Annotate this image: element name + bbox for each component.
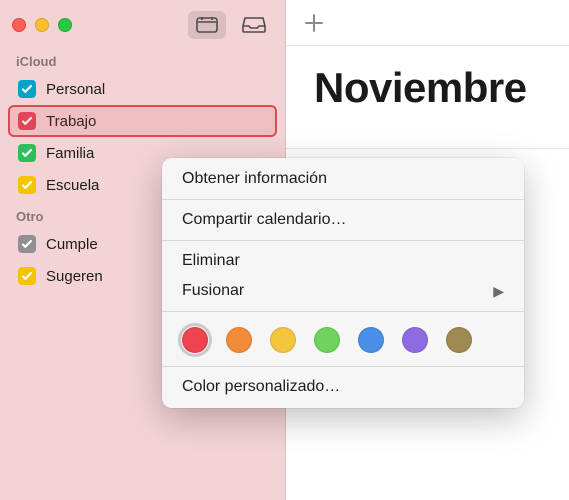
calendar-item-trabajo[interactable]: Trabajo bbox=[8, 105, 277, 137]
menu-item-label: Obtener información bbox=[182, 170, 327, 188]
minimize-window-button[interactable] bbox=[35, 18, 49, 32]
inbox-button[interactable] bbox=[235, 11, 273, 39]
calendar-label: Trabajo bbox=[46, 113, 96, 130]
menu-item-label: Eliminar bbox=[182, 252, 240, 270]
calendar-grid-divider bbox=[286, 148, 569, 149]
menu-item-merge[interactable]: Fusionar ▶ bbox=[162, 276, 524, 306]
menu-item-label: Fusionar bbox=[182, 282, 244, 300]
window-controls bbox=[12, 18, 72, 32]
checkbox-icon[interactable] bbox=[18, 235, 36, 253]
color-swatch-yellow[interactable] bbox=[270, 327, 296, 353]
zoom-window-button[interactable] bbox=[58, 18, 72, 32]
plus-icon bbox=[304, 13, 324, 33]
calendar-list-toggle[interactable] bbox=[188, 11, 226, 39]
color-swatch-brown[interactable] bbox=[446, 327, 472, 353]
calendar-label: Personal bbox=[46, 81, 105, 98]
calendar-label: Familia bbox=[46, 145, 94, 162]
menu-separator bbox=[162, 199, 524, 200]
checkbox-icon[interactable] bbox=[18, 176, 36, 194]
inbox-icon bbox=[242, 17, 266, 33]
menu-item-label: Color personalizado… bbox=[182, 378, 340, 396]
checkbox-icon[interactable] bbox=[18, 80, 36, 98]
section-header-icloud[interactable]: iCloud bbox=[0, 46, 285, 73]
menu-separator bbox=[162, 240, 524, 241]
menu-separator bbox=[162, 311, 524, 312]
color-swatch-purple[interactable] bbox=[402, 327, 428, 353]
chevron-right-icon: ▶ bbox=[493, 283, 504, 300]
calendar-label: Cumple bbox=[46, 236, 98, 253]
menu-item-share[interactable]: Compartir calendario… bbox=[162, 205, 524, 235]
checkbox-icon[interactable] bbox=[18, 267, 36, 285]
menu-item-custom-color[interactable]: Color personalizado… bbox=[162, 372, 524, 402]
menu-item-delete[interactable]: Eliminar bbox=[162, 246, 524, 276]
color-picker-row bbox=[162, 317, 524, 361]
checkbox-icon[interactable] bbox=[18, 112, 36, 130]
calendar-label: Sugeren bbox=[46, 268, 103, 285]
add-event-button[interactable] bbox=[300, 9, 328, 37]
color-swatch-red[interactable] bbox=[182, 327, 208, 353]
checkbox-icon[interactable] bbox=[18, 144, 36, 162]
month-title: Noviembre bbox=[286, 46, 569, 112]
context-menu: Obtener información Compartir calendario… bbox=[162, 158, 524, 408]
menu-item-get-info[interactable]: Obtener información bbox=[162, 164, 524, 194]
calendar-item-personal[interactable]: Personal bbox=[8, 73, 277, 105]
color-swatch-orange[interactable] bbox=[226, 327, 252, 353]
menu-separator bbox=[162, 366, 524, 367]
color-swatch-blue[interactable] bbox=[358, 327, 384, 353]
color-swatch-green[interactable] bbox=[314, 327, 340, 353]
main-toolbar bbox=[286, 0, 569, 46]
close-window-button[interactable] bbox=[12, 18, 26, 32]
calendar-label: Escuela bbox=[46, 177, 99, 194]
calendar-icon bbox=[196, 17, 218, 33]
window-titlebar bbox=[0, 4, 285, 46]
menu-item-label: Compartir calendario… bbox=[182, 211, 347, 229]
